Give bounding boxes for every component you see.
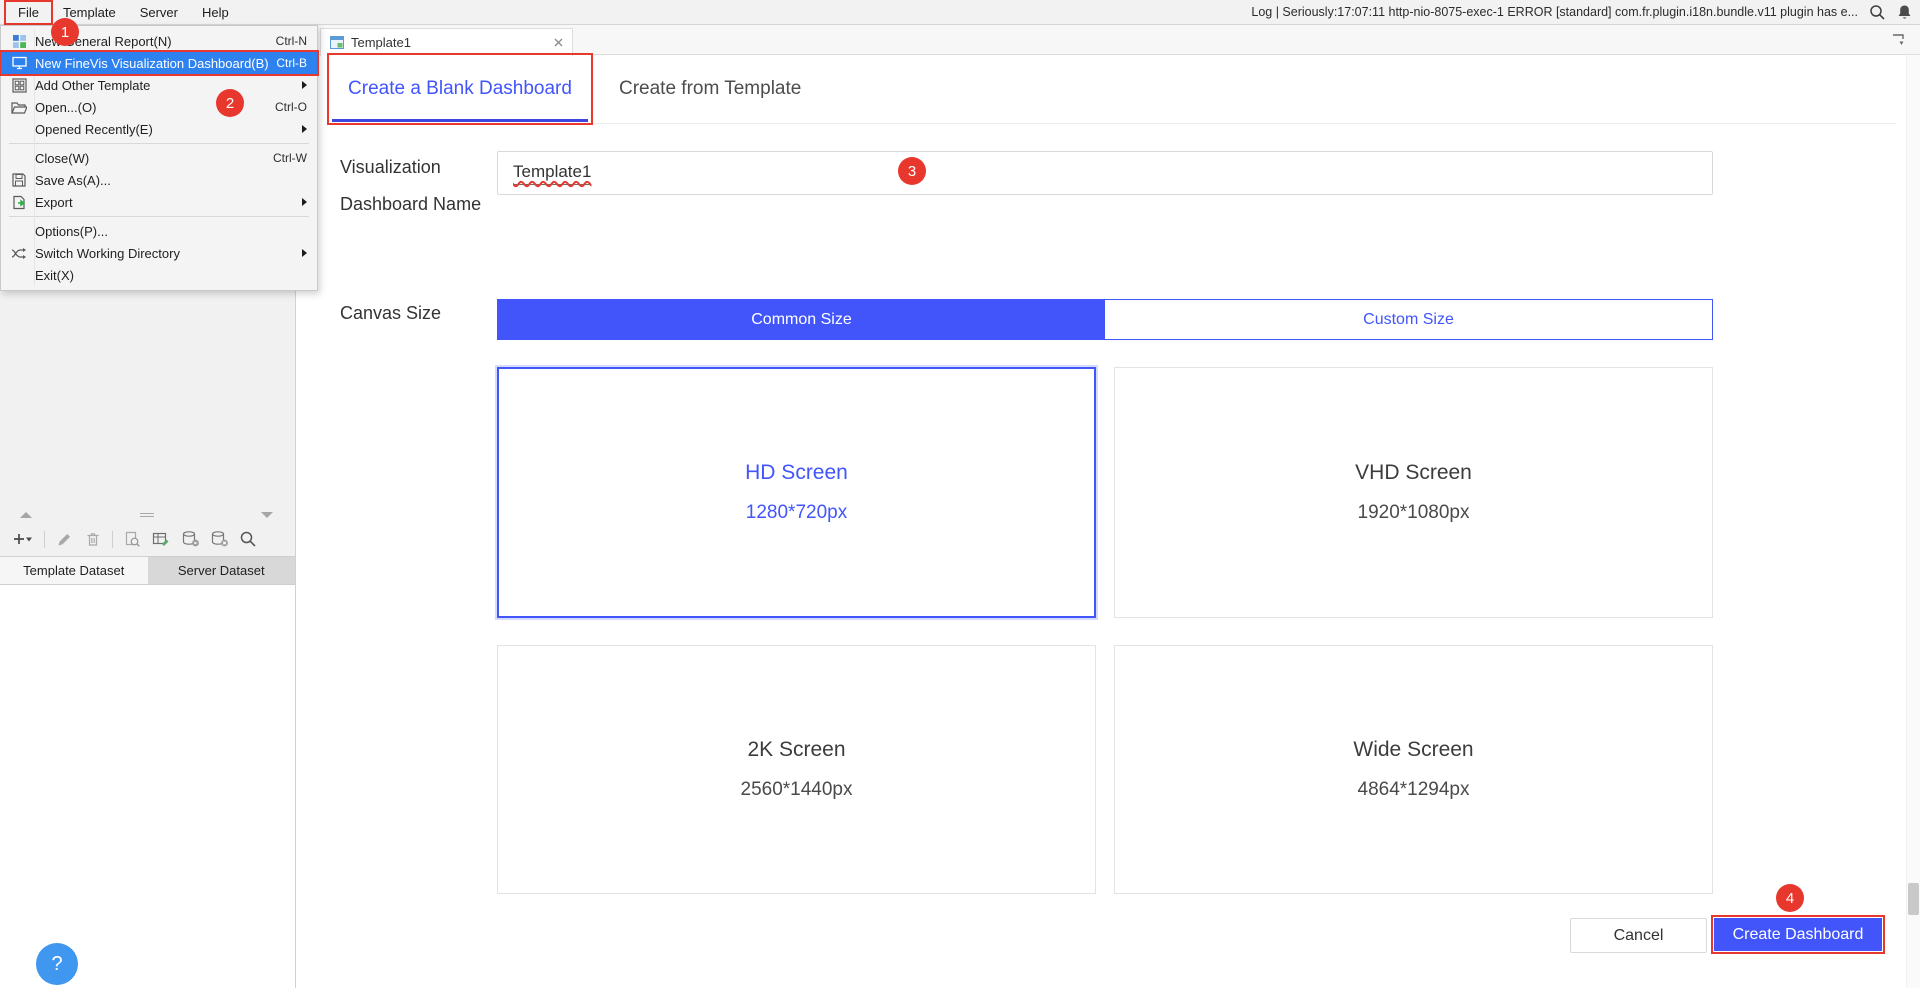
add-dataset-button[interactable] <box>9 529 35 549</box>
annotation-step-2: 2 <box>216 89 244 117</box>
tab-server-dataset[interactable]: Server Dataset <box>148 557 296 584</box>
switch-directory-icon <box>7 247 31 260</box>
toolbar-divider <box>44 531 45 548</box>
menu-item-save-as[interactable]: Save As(A)... <box>1 169 317 191</box>
add-other-template-icon <box>7 78 31 93</box>
scrollbar-track <box>1906 55 1920 988</box>
tab-create-blank-dashboard[interactable]: Create a Blank Dashboard <box>329 55 591 123</box>
submenu-arrow-icon <box>302 81 307 89</box>
menu-help[interactable]: Help <box>190 2 241 23</box>
help-button[interactable]: ? <box>36 943 78 985</box>
document-tab-template1[interactable]: Template1 <box>320 28 573 56</box>
new-finevis-dashboard-icon <box>7 56 31 70</box>
size-card-resolution: 2560*1440px <box>741 779 853 801</box>
file-menu-popup: New General Report(N) Ctrl-N New FineVis… <box>0 25 318 291</box>
dataset-tabs: Template Dataset Server Dataset <box>0 556 295 585</box>
new-dashboard-dialog: Create a Blank Dashboard Create from Tem… <box>297 55 1920 988</box>
search-dataset-icon[interactable] <box>238 529 258 549</box>
splitter-grip-icon[interactable] <box>140 513 154 517</box>
size-card-title: HD Screen <box>745 461 848 485</box>
create-dashboard-button[interactable]: Create Dashboard <box>1714 918 1882 951</box>
size-card-title: 2K Screen <box>747 738 845 762</box>
annotation-step-4: 4 <box>1776 884 1804 912</box>
save-as-icon <box>7 173 31 187</box>
log-status-text[interactable]: Log | Seriously:17:07:11 http-nio-8075-e… <box>1251 5 1858 19</box>
delete-dataset-icon[interactable] <box>83 529 103 549</box>
toolbar-divider <box>112 531 113 548</box>
size-card-hd[interactable]: HD Screen 1280*720px <box>497 367 1096 618</box>
common-size-button[interactable]: Common Size <box>498 300 1105 339</box>
edit-dataset-icon[interactable] <box>54 529 74 549</box>
annotation-step-3: 3 <box>898 157 926 185</box>
menu-separator <box>9 216 309 217</box>
menu-item-new-finevis-dashboard[interactable]: New FineVis Visualization Dashboard(B) C… <box>1 52 317 74</box>
main-area: Template1 Create a Blank Dashboard Creat… <box>297 25 1920 988</box>
collapse-up-icon[interactable] <box>20 512 32 518</box>
menu-separator <box>9 143 309 144</box>
submenu-arrow-icon <box>302 198 307 206</box>
cancel-button[interactable]: Cancel <box>1570 918 1707 953</box>
menu-file[interactable]: File <box>6 2 51 23</box>
dataset-toolbar <box>0 522 295 556</box>
dataset-list-panel: ? <box>0 585 295 988</box>
annotation-box-3: Create a Blank Dashboard <box>327 53 593 125</box>
open-icon <box>7 101 31 114</box>
submenu-arrow-icon <box>302 249 307 257</box>
tab-template-dataset[interactable]: Template Dataset <box>0 557 148 584</box>
size-card-vhd[interactable]: VHD Screen 1920*1080px <box>1114 367 1713 618</box>
size-card-resolution: 4864*1294px <box>1358 779 1470 801</box>
document-tab-bar: Template1 <box>297 25 1920 55</box>
annotation-step-1: 1 <box>51 18 79 46</box>
sidebar-splitter[interactable] <box>0 508 295 522</box>
canvas-size-segmented-control: Common Size Custom Size <box>497 299 1713 340</box>
menu-item-new-general-report[interactable]: New General Report(N) Ctrl-N <box>1 30 317 52</box>
tab-create-from-template[interactable]: Create from Template <box>619 55 801 123</box>
menu-item-exit[interactable]: Exit(X) <box>1 264 317 286</box>
menu-item-opened-recently[interactable]: Opened Recently(E) <box>1 118 317 140</box>
close-icon[interactable] <box>554 38 563 47</box>
custom-size-button[interactable]: Custom Size <box>1105 300 1712 339</box>
bell-icon[interactable] <box>1897 4 1912 21</box>
size-card-wide[interactable]: Wide Screen 4864*1294px <box>1114 645 1713 894</box>
menu-bar: File Template Server Help Log | Seriousl… <box>0 0 1920 25</box>
new-general-report-icon <box>7 34 31 49</box>
annotation-box-4: Create Dashboard <box>1711 915 1885 954</box>
menu-item-options[interactable]: Options(P)... <box>1 220 317 242</box>
size-card-title: VHD Screen <box>1355 461 1472 485</box>
menu-item-open[interactable]: Open...(O) Ctrl-O <box>1 96 317 118</box>
search-icon[interactable] <box>1869 4 1886 21</box>
dock-panel-icon[interactable] <box>1891 32 1906 47</box>
size-card-resolution: 1920*1080px <box>1358 502 1470 524</box>
menu-item-close[interactable]: Close(W) Ctrl-W <box>1 147 317 169</box>
database-disconnect-icon[interactable] <box>209 529 229 549</box>
dashboard-name-value: Template1 <box>513 162 591 181</box>
size-card-title: Wide Screen <box>1353 738 1473 762</box>
submenu-arrow-icon <box>302 125 307 133</box>
active-tab-underline <box>332 119 588 122</box>
dashboard-name-input[interactable]: Template1 <box>497 151 1713 195</box>
dataset-settings-icon[interactable] <box>151 529 171 549</box>
preview-dataset-icon[interactable] <box>122 529 142 549</box>
menu-server[interactable]: Server <box>128 2 190 23</box>
document-tab-label: Template1 <box>351 35 411 50</box>
menu-item-switch-working-directory[interactable]: Switch Working Directory <box>1 242 317 264</box>
database-connection-icon[interactable] <box>180 529 200 549</box>
canvas-size-label: Canvas Size <box>340 303 441 324</box>
dashboard-name-label: Visualization Dashboard Name <box>340 149 490 223</box>
scrollbar-thumb[interactable] <box>1908 883 1919 915</box>
size-card-2k[interactable]: 2K Screen 2560*1440px <box>497 645 1096 894</box>
menu-item-add-other-template[interactable]: Add Other Template <box>1 74 317 96</box>
menu-item-export[interactable]: Export <box>1 191 317 213</box>
export-icon <box>7 195 31 210</box>
collapse-down-icon[interactable] <box>261 512 273 518</box>
template-icon <box>330 36 344 49</box>
size-card-resolution: 1280*720px <box>746 502 847 524</box>
